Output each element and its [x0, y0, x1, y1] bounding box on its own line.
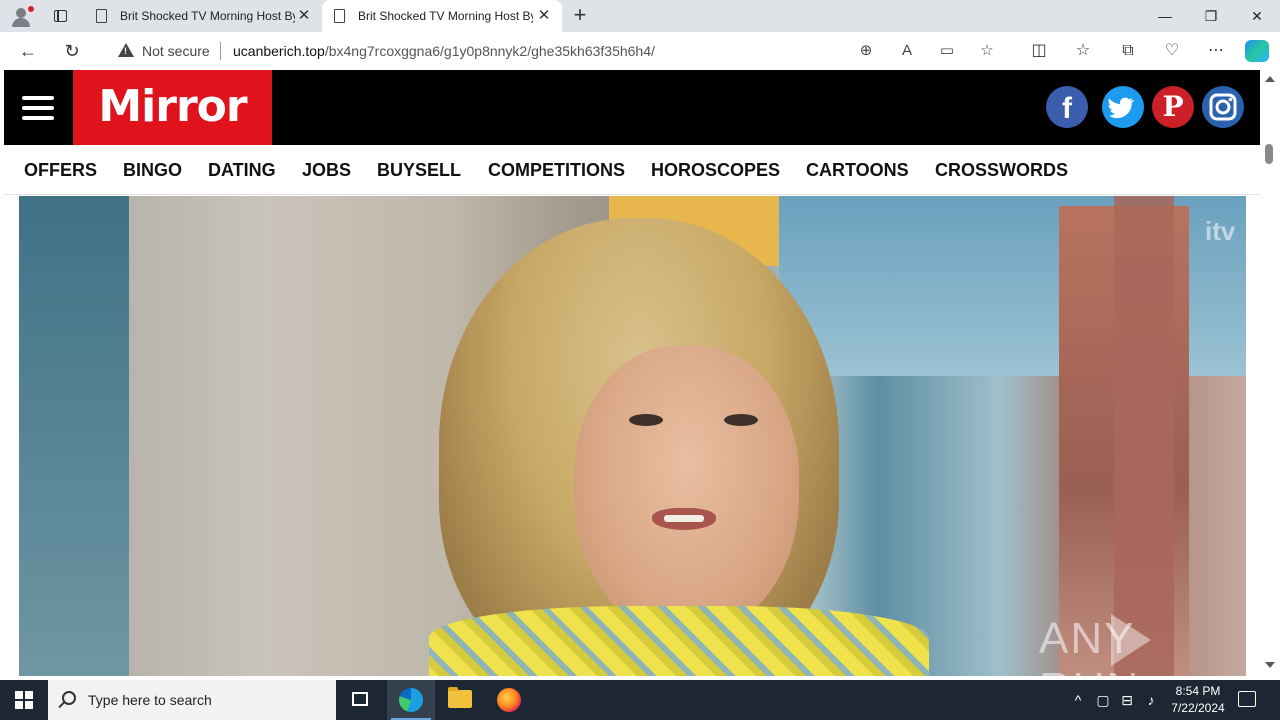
folder-icon [448, 687, 472, 708]
site-header: Mirror f P [4, 70, 1260, 145]
collections-icon[interactable]: ⧉ [1115, 39, 1141, 63]
split-screen-icon[interactable]: ◫ [1026, 39, 1052, 63]
notification-icon[interactable] [1238, 691, 1256, 707]
clock-time: 8:54 PM [1175, 684, 1221, 698]
more-options-icon[interactable]: ⋯ [1203, 39, 1229, 63]
address-bar[interactable]: Not secure ucanberich.top/bx4ng7rcoxggna… [102, 36, 1010, 66]
web-page: Mirror f P OFFERS BINGO DATING JOBS BUYS… [4, 70, 1260, 676]
pinterest-icon[interactable]: P [1152, 86, 1194, 128]
tab-title: Brit Shocked TV Morning Host By [358, 9, 533, 23]
hero-image[interactable]: itv ANY RUN [19, 196, 1246, 676]
windows-taskbar: Type here to search ^ ▢ ⊟ ♪ 8:54 PM 7/22… [0, 680, 1280, 720]
clock-date: 7/22/2024 [1171, 701, 1225, 715]
firefox-button[interactable] [485, 680, 533, 720]
url-path: /bx4ng7rcoxggna6/g1y0p8nnyk2/ghe35kh63f3… [324, 43, 655, 59]
profile-icon[interactable] [8, 4, 36, 28]
back-button[interactable]: ← [14, 38, 42, 64]
itv-logo: itv [1205, 216, 1236, 246]
zoom-icon[interactable]: ⊕ [855, 41, 877, 61]
nav-jobs[interactable]: JOBS [302, 160, 351, 181]
nav-crosswords[interactable]: CROSSWORDS [935, 160, 1068, 181]
search-icon [62, 691, 76, 705]
search-placeholder: Type here to search [88, 692, 212, 708]
page-icon [334, 9, 345, 23]
scroll-thumb[interactable] [1265, 144, 1273, 164]
warning-icon[interactable] [118, 43, 134, 57]
edge-icon [399, 688, 423, 712]
task-view-icon [352, 692, 368, 706]
page-icon [96, 9, 107, 23]
close-tab-icon[interactable]: ✕ [294, 6, 314, 26]
minimize-button[interactable]: — [1142, 0, 1188, 32]
tab-title: Brit Shocked TV Morning Host By [120, 9, 295, 23]
browser-essentials-icon[interactable]: ♡ [1159, 39, 1185, 63]
browser-toolbar: ← ↻ Not secure ucanberich.top/bx4ng7rcox… [0, 32, 1280, 70]
mirror-logo[interactable]: Mirror [73, 70, 272, 145]
nav-offers[interactable]: OFFERS [24, 160, 97, 181]
nav-competitions[interactable]: COMPETITIONS [488, 160, 625, 181]
browser-tab-1[interactable]: Brit Shocked TV Morning Host By ✕ [84, 0, 322, 32]
favorite-star-icon[interactable]: ☆ [976, 41, 998, 61]
nav-horoscopes[interactable]: HOROSCOPES [651, 160, 780, 181]
nav-cartoons[interactable]: CARTOONS [806, 160, 909, 181]
favorites-icon[interactable]: ☆ [1070, 39, 1096, 63]
nav-dating[interactable]: DATING [208, 160, 276, 181]
twitter-icon[interactable] [1102, 86, 1144, 128]
facebook-icon[interactable]: f [1046, 86, 1088, 128]
play-icon [1111, 614, 1151, 666]
scroll-up-arrow-icon[interactable] [1265, 76, 1275, 82]
volume-icon[interactable]: ♪ [1141, 690, 1161, 710]
network-icon[interactable]: ⊟ [1117, 690, 1137, 710]
tab-actions-icon[interactable] [46, 4, 74, 28]
new-tab-button[interactable]: + [568, 4, 592, 28]
menu-icon[interactable] [22, 96, 54, 120]
close-window-button[interactable]: ✕ [1234, 0, 1280, 32]
device-icon[interactable]: ▢ [1093, 690, 1113, 710]
security-label[interactable]: Not secure [142, 43, 210, 59]
task-view-button[interactable] [336, 680, 384, 720]
url-domain: ucanberich.top [233, 43, 325, 59]
copilot-icon[interactable] [1245, 40, 1269, 62]
refresh-button[interactable]: ↻ [58, 38, 86, 64]
firefox-icon [497, 688, 521, 712]
file-explorer-button[interactable] [436, 680, 484, 720]
taskbar-search[interactable]: Type here to search [48, 680, 336, 720]
close-tab-icon[interactable]: ✕ [534, 6, 554, 26]
instagram-icon[interactable] [1202, 86, 1244, 128]
restore-button[interactable]: ❐ [1188, 0, 1234, 32]
browser-tab-2-active[interactable]: Brit Shocked TV Morning Host By ✕ [322, 0, 562, 32]
scroll-down-arrow-icon[interactable] [1265, 662, 1275, 668]
browser-tab-strip: Brit Shocked TV Morning Host By ✕ Brit S… [0, 0, 1280, 32]
start-button[interactable] [0, 680, 48, 720]
divider [220, 42, 221, 60]
site-navigation: OFFERS BINGO DATING JOBS BUYSELL COMPETI… [4, 145, 1260, 195]
read-aloud-icon[interactable]: A [896, 41, 918, 61]
nav-bingo[interactable]: BINGO [123, 160, 182, 181]
vertical-scrollbar[interactable] [1260, 70, 1280, 676]
show-hidden-icons-chevron-icon[interactable]: ^ [1068, 690, 1088, 710]
nav-buysell[interactable]: BUYSELL [377, 160, 461, 181]
url-text[interactable]: ucanberich.top/bx4ng7rcoxggna6/g1y0p8nny… [233, 43, 655, 59]
system-clock[interactable]: 8:54 PM 7/22/2024 [1160, 683, 1236, 717]
edge-taskbar-button[interactable] [387, 680, 435, 720]
immersive-reader-icon[interactable]: ▭ [936, 41, 958, 61]
